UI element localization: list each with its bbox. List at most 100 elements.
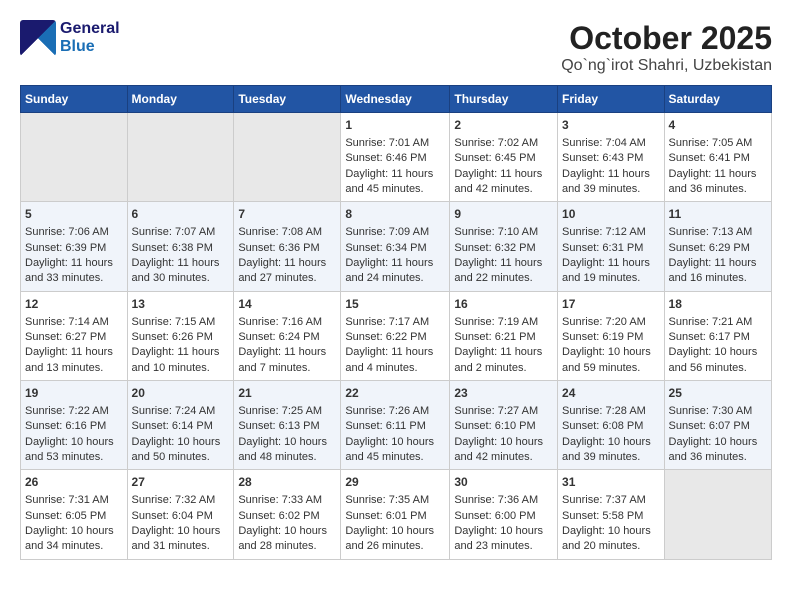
calendar-cell: 24 Sunrise: 7:28 AMSunset: 6:08 PMDayligh… (558, 381, 665, 470)
day-number: 3 (562, 117, 660, 134)
sunset-text: Sunset: 6:10 PM (454, 419, 553, 434)
calendar-cell: 1Sunrise: 7:01 AMSunset: 6:46 PMDaylight… (341, 113, 450, 202)
sunrise-text: Sunrise: 7:21 AM (669, 315, 767, 330)
calendar-cell (664, 470, 771, 559)
day-number: 14 (238, 296, 336, 313)
calendar-cell: 23Sunrise: 7:27 AMSunset: 6:10 PMDayligh… (450, 381, 558, 470)
day-number: 16 (454, 296, 553, 313)
calendar-cell: 16Sunrise: 7:19 AMSunset: 6:21 PMDayligh… (450, 291, 558, 380)
title-block: October 2025 Qo`ng`irot Shahri, Uzbekist… (561, 20, 772, 75)
day-number: 28 (238, 474, 336, 491)
daylight-text: Daylight: 11 hours and 19 minutes. (562, 256, 660, 287)
sunset-text: Sunset: 6:36 PM (238, 241, 336, 256)
logo-blue: Blue (60, 38, 120, 56)
sunset-text: Sunset: 6:04 PM (132, 509, 230, 524)
sunrise-text: Sunrise: 7:13 AM (669, 225, 767, 240)
calendar-week-3: 12Sunrise: 7:14 AMSunset: 6:27 PMDayligh… (21, 291, 772, 380)
calendar-cell (127, 113, 234, 202)
daylight-text: Daylight: 10 hours and 34 minutes. (25, 524, 123, 555)
day-number: 11 (669, 206, 767, 223)
calendar-table: SundayMondayTuesdayWednesdayThursdayFrid… (20, 85, 772, 560)
day-number: 7 (238, 206, 336, 223)
sunset-text: Sunset: 6:39 PM (25, 241, 123, 256)
daylight-text: Daylight: 11 hours and 22 minutes. (454, 256, 553, 287)
day-header-thursday: Thursday (450, 86, 558, 113)
day-number: 23 (454, 385, 553, 402)
calendar-cell: 17Sunrise: 7:20 AMSunset: 6:19 PMDayligh… (558, 291, 665, 380)
sunrise-text: Sunrise: 7:17 AM (345, 315, 445, 330)
sunrise-text: Sunrise: 7:20 AM (562, 315, 660, 330)
calendar-title: October 2025 (561, 20, 772, 57)
calendar-cell: 26 Sunrise: 7:31 AMSunset: 6:05 PMDayligh… (21, 470, 128, 559)
sunset-text: Sunset: 6:13 PM (238, 419, 336, 434)
sunset-text: Sunset: 6:05 PM (25, 509, 123, 524)
sunrise-text: Sunrise: 7:31 AM (25, 493, 123, 508)
daylight-text: Daylight: 11 hours and 42 minutes. (454, 167, 553, 198)
calendar-cell (21, 113, 128, 202)
sunrise-text: Sunrise: 7:08 AM (238, 225, 336, 240)
day-number: 15 (345, 296, 445, 313)
daylight-text: Daylight: 10 hours and 26 minutes. (345, 524, 445, 555)
daylight-text: Daylight: 11 hours and 4 minutes. (345, 345, 445, 376)
calendar-cell: 25Sunrise: 7:30 AMSunset: 6:07 PMDayligh… (664, 381, 771, 470)
day-number: 27 (132, 474, 230, 491)
calendar-body: 1Sunrise: 7:01 AMSunset: 6:46 PMDaylight… (21, 113, 772, 560)
day-number: 29 (345, 474, 445, 491)
calendar-cell: 7Sunrise: 7:08 AMSunset: 6:36 PMDaylight… (234, 202, 341, 291)
day-number: 13 (132, 296, 230, 313)
sunset-text: Sunset: 5:58 PM (562, 509, 660, 524)
calendar-cell (234, 113, 341, 202)
day-number: 2 (454, 117, 553, 134)
daylight-text: Daylight: 10 hours and 53 minutes. (25, 435, 123, 466)
calendar-week-4: 19Sunrise: 7:22 AMSunset: 6:16 PMDayligh… (21, 381, 772, 470)
sunrise-text: Sunrise: 7:28 AM (562, 404, 660, 419)
calendar-week-2: 5Sunrise: 7:06 AMSunset: 6:39 PMDaylight… (21, 202, 772, 291)
daylight-text: Daylight: 11 hours and 7 minutes. (238, 345, 336, 376)
calendar-cell: 3Sunrise: 7:04 AMSunset: 6:43 PMDaylight… (558, 113, 665, 202)
calendar-cell: 4Sunrise: 7:05 AMSunset: 6:41 PMDaylight… (664, 113, 771, 202)
sunrise-text: Sunrise: 7:30 AM (669, 404, 767, 419)
daylight-text: Daylight: 10 hours and 39 minutes. (562, 435, 660, 466)
daylight-text: Daylight: 11 hours and 24 minutes. (345, 256, 445, 287)
calendar-week-5: 26Sunrise: 7:31 AMSunset: 6:05 PMDayligh… (21, 470, 772, 559)
logo-general: General (60, 20, 120, 38)
sunset-text: Sunset: 6:43 PM (562, 151, 660, 166)
sunrise-text: Sunrise: 7:24 AM (132, 404, 230, 419)
calendar-cell: 10Sunrise: 7:12 AMSunset: 6:31 PMDayligh… (558, 202, 665, 291)
daylight-text: Daylight: 11 hours and 36 minutes. (669, 167, 767, 198)
sunset-text: Sunset: 6:22 PM (345, 330, 445, 345)
daylight-text: Daylight: 10 hours and 20 minutes. (562, 524, 660, 555)
sunrise-text: Sunrise: 7:07 AM (132, 225, 230, 240)
sunset-text: Sunset: 6:45 PM (454, 151, 553, 166)
day-header-tuesday: Tuesday (234, 86, 341, 113)
calendar-cell: 30Sunrise: 7:36 AMSunset: 6:00 PMDayligh… (450, 470, 558, 559)
daylight-text: Daylight: 10 hours and 23 minutes. (454, 524, 553, 555)
calendar-header: SundayMondayTuesdayWednesdayThursdayFrid… (21, 86, 772, 113)
daylight-text: Daylight: 10 hours and 59 minutes. (562, 345, 660, 376)
sunrise-text: Sunrise: 7:16 AM (238, 315, 336, 330)
day-number: 24 (562, 385, 660, 402)
sunset-text: Sunset: 6:29 PM (669, 241, 767, 256)
sunrise-text: Sunrise: 7:01 AM (345, 136, 445, 151)
sunset-text: Sunset: 6:38 PM (132, 241, 230, 256)
day-number: 12 (25, 296, 123, 313)
sunset-text: Sunset: 6:41 PM (669, 151, 767, 166)
calendar-cell: 2 Sunrise: 7:02 AMSunset: 6:45 PMDaylight… (450, 113, 558, 202)
sunrise-text: Sunrise: 7:33 AM (238, 493, 336, 508)
sunrise-text: Sunrise: 7:36 AM (454, 493, 553, 508)
day-number: 1 (345, 117, 445, 134)
daylight-text: Daylight: 10 hours and 42 minutes. (454, 435, 553, 466)
day-number: 4 (669, 117, 767, 134)
day-number: 18 (669, 296, 767, 313)
sunset-text: Sunset: 6:08 PM (562, 419, 660, 434)
calendar-cell: 11Sunrise: 7:13 AMSunset: 6:29 PMDayligh… (664, 202, 771, 291)
day-number: 26 (25, 474, 123, 491)
calendar-cell: 13Sunrise: 7:15 AMSunset: 6:26 PMDayligh… (127, 291, 234, 380)
calendar-cell: 18Sunrise: 7:21 AMSunset: 6:17 PMDayligh… (664, 291, 771, 380)
sunrise-text: Sunrise: 7:02 AM (454, 136, 553, 151)
day-number: 21 (238, 385, 336, 402)
calendar-cell: 31Sunrise: 7:37 AMSunset: 5:58 PMDayligh… (558, 470, 665, 559)
day-number: 30 (454, 474, 553, 491)
sunset-text: Sunset: 6:01 PM (345, 509, 445, 524)
calendar-cell: 8Sunrise: 7:09 AMSunset: 6:34 PMDaylight… (341, 202, 450, 291)
